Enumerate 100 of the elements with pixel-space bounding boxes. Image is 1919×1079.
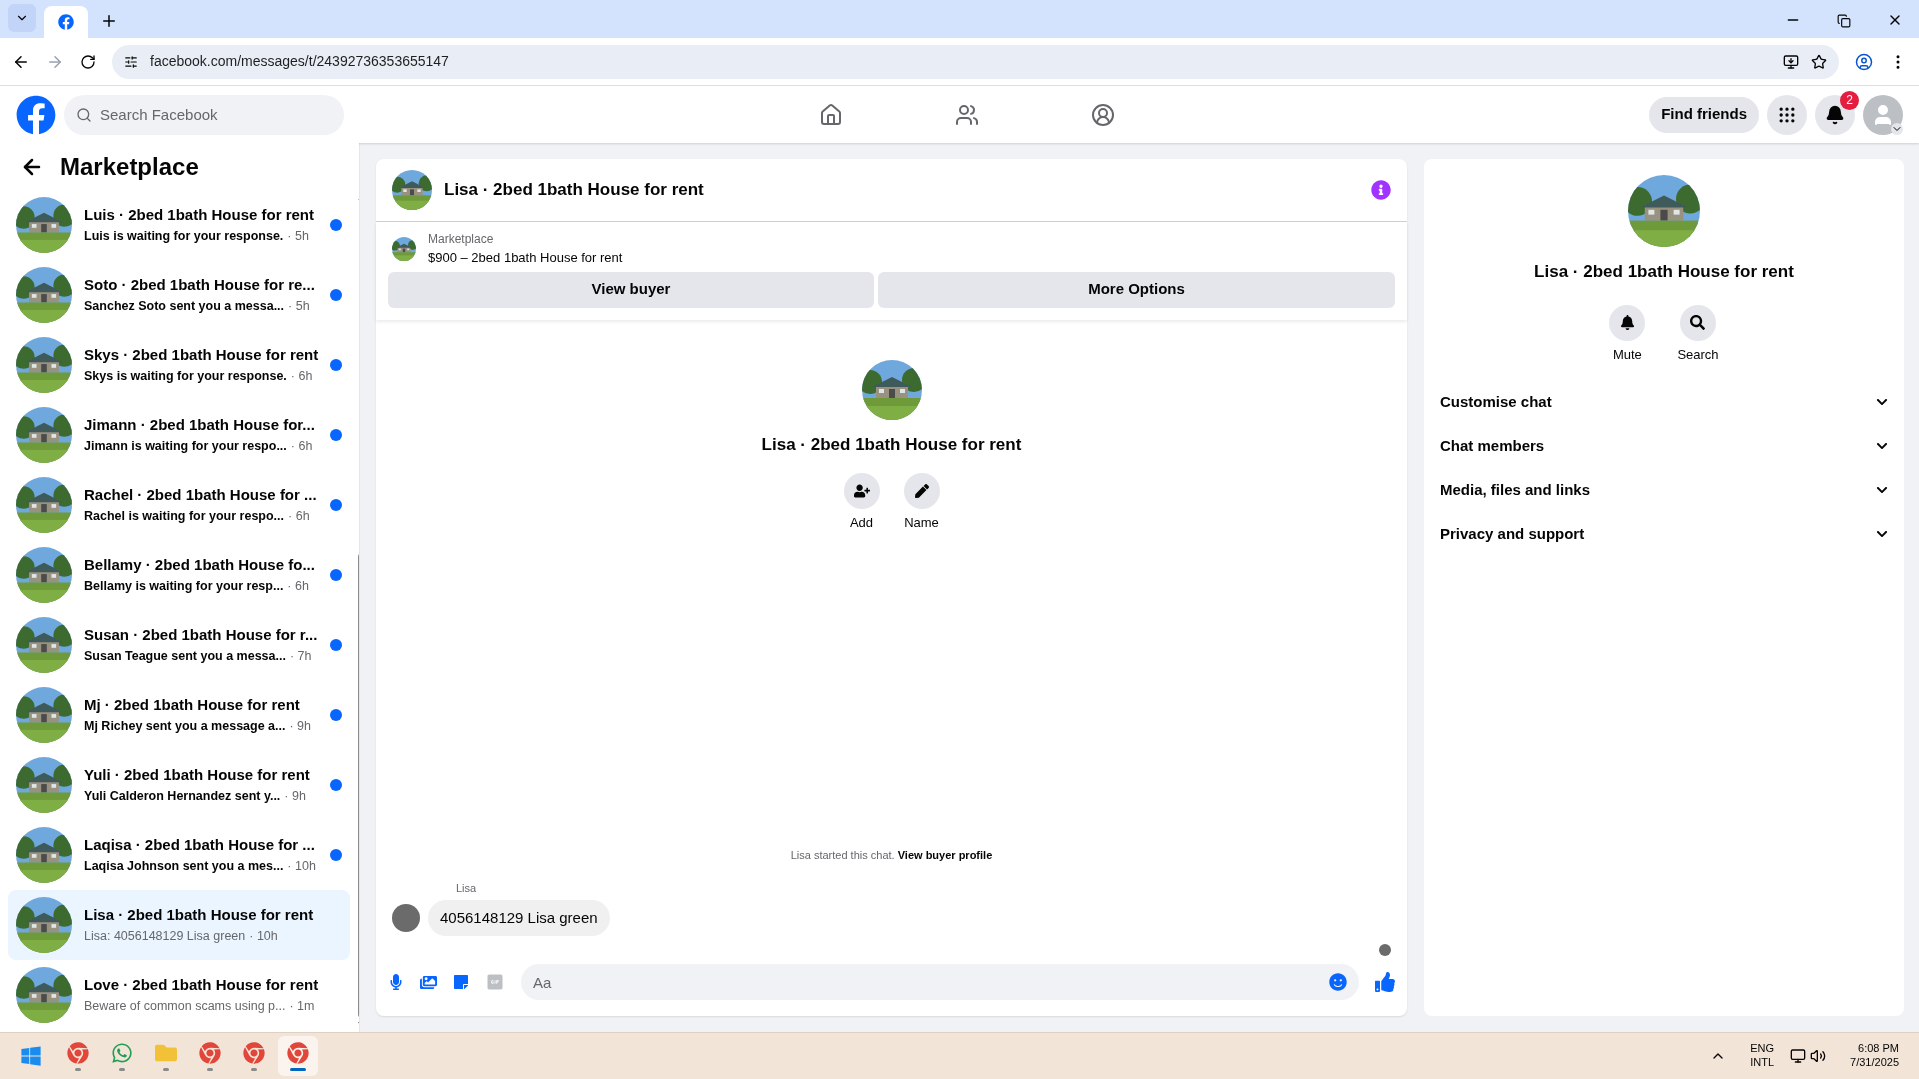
conversation-item[interactable]: Laqisa · 2bed 1bath House for ... Laqisa Johnson sent you a mes... · 10h — [8, 820, 351, 890]
message-preview: Sanchez Soto sent you a messa... — [84, 297, 285, 315]
message-time: · 6h — [290, 437, 313, 455]
conversation-item[interactable]: Lisa · 2bed 1bath House for rent Lisa: 4056148129 Lisa green · 10h — [8, 890, 351, 960]
menu-button[interactable] — [1767, 94, 1807, 135]
pencil-icon — [914, 484, 929, 498]
start-icon[interactable] — [20, 1045, 42, 1067]
message-time: · 9h — [289, 717, 312, 735]
message-time: · 6h — [290, 367, 313, 385]
notification-badge: 2 — [1840, 90, 1859, 110]
search-button[interactable] — [1680, 304, 1716, 341]
conversation-item[interactable]: Luis · 2bed 1bath House for rent Luis is waiting for your response. · 5h — [8, 190, 351, 260]
facebook-logo[interactable] — [16, 94, 56, 135]
conversation-title: Mj · 2bed 1bath House for rent — [84, 695, 301, 716]
message-preview: Luis is waiting for your response. — [84, 227, 284, 245]
view-buyer-profile-link[interactable]: View buyer profile — [897, 849, 993, 861]
message-time: · 5h — [288, 297, 310, 315]
message-field[interactable]: Aa — [521, 964, 1359, 1000]
friends-icon[interactable] — [954, 102, 979, 127]
groups-icon[interactable] — [1090, 102, 1115, 127]
bell-icon — [1825, 104, 1845, 125]
conversation-item[interactable]: Soto · 2bed 1bath House for re... Sanchez Soto sent you a messa... · 5h — [8, 260, 351, 330]
conversation-item[interactable]: Love · 2bed 1bath House for rent Beware of common scams using p... · 1m — [8, 960, 351, 1030]
listing-label: Marketplace — [428, 231, 495, 248]
message-preview: Yuli Calderon Hernandez sent y... — [84, 787, 281, 805]
conversation-item[interactable]: Susan · 2bed 1bath House for r... Susan Teague sent you a messa... · 7h — [8, 610, 351, 680]
person-plus-icon — [853, 483, 870, 499]
bell-icon — [1619, 315, 1635, 330]
avatar — [392, 904, 420, 932]
message-time: · 5h — [287, 227, 309, 245]
add-person-button[interactable] — [843, 473, 880, 509]
bookmark-icon[interactable] — [1811, 53, 1827, 70]
keyboard-layout: INTL — [1750, 1056, 1775, 1070]
section-header[interactable]: Media, files and links — [1440, 468, 1888, 512]
address-bar[interactable]: facebook.com/messages/t/24392736353655147 — [112, 44, 1839, 79]
new-tab-icon[interactable] — [100, 12, 118, 30]
search-icon — [76, 106, 92, 123]
chevron-icon — [1876, 440, 1888, 452]
microphone-icon[interactable] — [388, 974, 404, 990]
info-icon[interactable] — [1371, 180, 1391, 200]
facebook-icon — [58, 14, 74, 30]
conversation-item[interactable]: Jimann · 2bed 1bath House for... Jimann is waiting for your respo... · 6h — [8, 400, 351, 470]
chevron-icon — [1876, 484, 1888, 496]
section-header[interactable]: Chat members — [1440, 424, 1888, 468]
conversation-item[interactable]: Yuli · 2bed 1bath House for rent Yuli Calderon Hernandez sent y... · 9h — [8, 750, 351, 820]
section-header[interactable]: Customise chat — [1440, 380, 1888, 424]
conversation-title: Soto · 2bed 1bath House for re... — [84, 275, 316, 296]
action-label: Mute — [1612, 345, 1642, 364]
message-time: · 10h — [249, 927, 278, 945]
sticker-icon[interactable] — [453, 974, 469, 990]
chat-app-icon — [111, 1041, 133, 1064]
conversation-title: Skys · 2bed 1bath House for rent — [84, 345, 319, 366]
conversation-title: Rachel · 2bed 1bath House for ... — [84, 485, 318, 506]
action-button[interactable]: More Options — [878, 271, 1395, 308]
action-button[interactable]: View buyer — [388, 271, 874, 308]
conversation-title: Love · 2bed 1bath House for rent — [84, 975, 319, 996]
chat-title: Lisa · 2bed 1bath House for rent — [444, 179, 705, 202]
section-header[interactable]: Privacy and support — [1440, 512, 1888, 556]
message-preview: Lisa: 4056148129 Lisa green — [84, 927, 246, 945]
message-preview: Jimann is waiting for your respo... — [84, 437, 287, 455]
message-preview: Skys is waiting for your response. — [84, 367, 287, 385]
find-friends-button[interactable]: Find friends — [1649, 96, 1759, 133]
browser-icon — [243, 1041, 265, 1064]
browser-tab[interactable] — [44, 6, 88, 38]
install-icon[interactable] — [1783, 53, 1799, 70]
home-icon[interactable] — [818, 102, 843, 127]
rename-button[interactable] — [903, 473, 940, 509]
message-bubble: 4056148129 Lisa green — [428, 900, 610, 936]
conversation-item[interactable]: Mj · 2bed 1bath House for rent Mj Richey sent you a message a... · 9h — [8, 680, 351, 750]
conversation-item[interactable]: Skys · 2bed 1bath House for rent Skys is waiting for your response. · 6h — [8, 330, 351, 400]
message-preview: Rachel is waiting for your respo... — [84, 507, 285, 525]
restore-icon[interactable] — [1837, 14, 1851, 28]
volume-icon[interactable] — [1810, 1048, 1827, 1064]
emoji-icon[interactable] — [1329, 973, 1347, 991]
search-icon — [1690, 315, 1706, 330]
network-icon[interactable] — [1790, 1048, 1807, 1064]
conversation-title: Luis · 2bed 1bath House for rent — [84, 205, 316, 226]
taskbar-app[interactable] — [278, 1036, 318, 1076]
message-time: · 7h — [289, 647, 312, 665]
caret-icon — [1891, 122, 1903, 135]
profile-name: Lisa · 2bed 1bath House for rent — [761, 433, 1022, 456]
search-field[interactable]: Search Facebook — [64, 94, 344, 135]
photo-icon[interactable] — [420, 973, 437, 991]
message-preview: Susan Teague sent you a messa... — [84, 647, 286, 665]
site-info-icon[interactable] — [124, 54, 138, 69]
reload-icon[interactable] — [80, 53, 96, 70]
mute-button[interactable] — [1609, 304, 1646, 341]
url-text: facebook.com/messages/t/24392736353655147 — [150, 52, 449, 71]
conversation-title: Laqisa · 2bed 1bath House for ... — [84, 835, 316, 856]
conversation-item[interactable]: Bellamy · 2bed 1bath House fo... Bellamy is waiting for your resp... · 6h — [8, 540, 351, 610]
conversation-title: Bellamy · 2bed 1bath House fo... — [84, 555, 316, 576]
chevron-icon — [1876, 396, 1888, 408]
message-time: · 1m — [289, 997, 315, 1015]
clock-time: 6:08 PM — [1858, 1042, 1899, 1056]
conversation-title: Susan · 2bed 1bath House for r... — [84, 625, 319, 646]
profile-icon[interactable] — [1855, 52, 1873, 71]
like-icon[interactable] — [1375, 972, 1395, 992]
message-time: · 9h — [284, 787, 306, 805]
sidebar-title: Marketplace — [60, 151, 199, 182]
conversation-item[interactable]: Rachel · 2bed 1bath House for ... Rachel is waiting for your respo... · 6h — [8, 470, 351, 540]
